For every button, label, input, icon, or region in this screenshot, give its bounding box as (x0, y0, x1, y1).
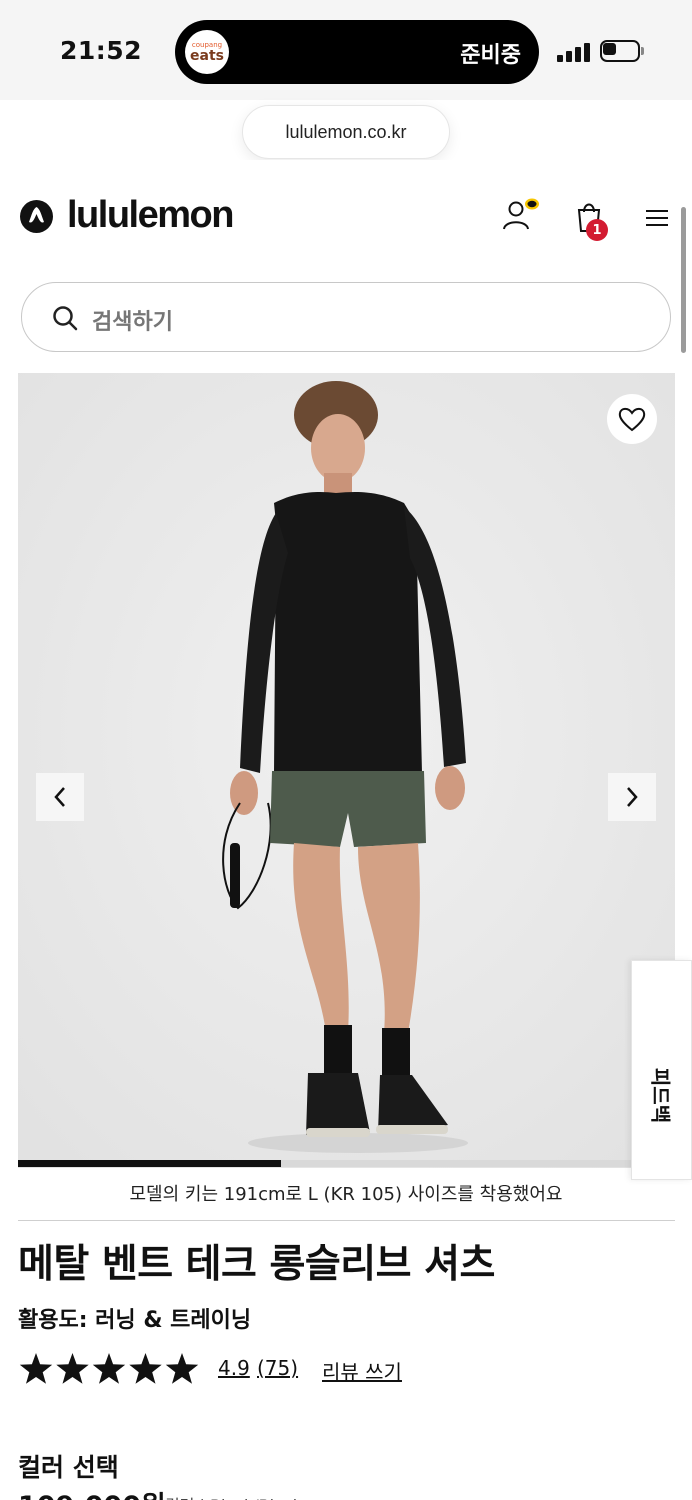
star-icon (19, 1353, 53, 1384)
product-usage: 활용도: 러닝 & 트레이닝 (18, 1308, 252, 1333)
star-icon (56, 1353, 89, 1384)
product-image-gallery[interactable] (18, 373, 675, 1168)
cart-count-badge[interactable]: 1 (586, 219, 608, 241)
rating-value[interactable]: 4.9 (218, 1356, 250, 1380)
cellular-signal-icon (557, 42, 591, 62)
coupang-eats-app-icon: coupang eats (185, 30, 229, 74)
color-select-heading: 컬러 선택 (18, 1453, 119, 1482)
gallery-progress-bar (18, 1160, 675, 1167)
product-price: 109,000원 (18, 1484, 166, 1500)
chevron-left-icon (54, 787, 65, 807)
chevron-right-icon (627, 787, 638, 807)
gallery-progress-fill (18, 1160, 281, 1167)
search-icon (53, 306, 78, 331)
divider (18, 1220, 675, 1221)
gallery-prev-button[interactable] (36, 773, 84, 821)
hamburger-menu-icon[interactable] (645, 208, 669, 228)
star-icon (92, 1353, 126, 1384)
write-review-link[interactable]: 리뷰 쓰기 (322, 1356, 402, 1385)
account-icon[interactable] (500, 195, 540, 233)
search-input[interactable]: 검색하기 (21, 282, 671, 352)
brand-logo-text[interactable]: lululemon (67, 194, 234, 237)
dynamic-island[interactable]: coupang eats 준비중 (175, 20, 539, 84)
browser-url-bar[interactable]: lululemon.co.kr (242, 105, 450, 159)
color-note: 컬러 | Black/Black (165, 1492, 302, 1500)
app-icon-big-text: eats (190, 47, 224, 64)
feedback-tab[interactable]: 피드백 (631, 960, 692, 1180)
product-photo (18, 373, 675, 1168)
feedback-label: 피드백 (648, 1067, 673, 1124)
live-activity-text: 준비중 (460, 43, 521, 68)
search-placeholder: 검색하기 (92, 310, 173, 335)
review-count-link[interactable]: (75) (257, 1356, 298, 1380)
wishlist-button[interactable] (607, 394, 657, 444)
heart-icon (618, 407, 646, 432)
status-bar: 21:52 coupang eats 준비중 (0, 0, 692, 100)
lululemon-logo-icon[interactable] (20, 200, 53, 233)
star-icon (165, 1353, 199, 1384)
model-size-note: 모델의 키는 191cm로 L (KR 105) 사이즈를 착용했어요 (129, 1184, 563, 1205)
star-rating[interactable] (18, 1352, 200, 1388)
gallery-next-button[interactable] (608, 773, 656, 821)
battery-icon (600, 40, 644, 62)
page-scrollbar[interactable] (681, 207, 686, 353)
star-icon (129, 1353, 162, 1384)
product-title: 메탈 벤트 테크 롱슬리브 셔츠 (18, 1242, 495, 1287)
status-time: 21:52 (60, 36, 143, 65)
